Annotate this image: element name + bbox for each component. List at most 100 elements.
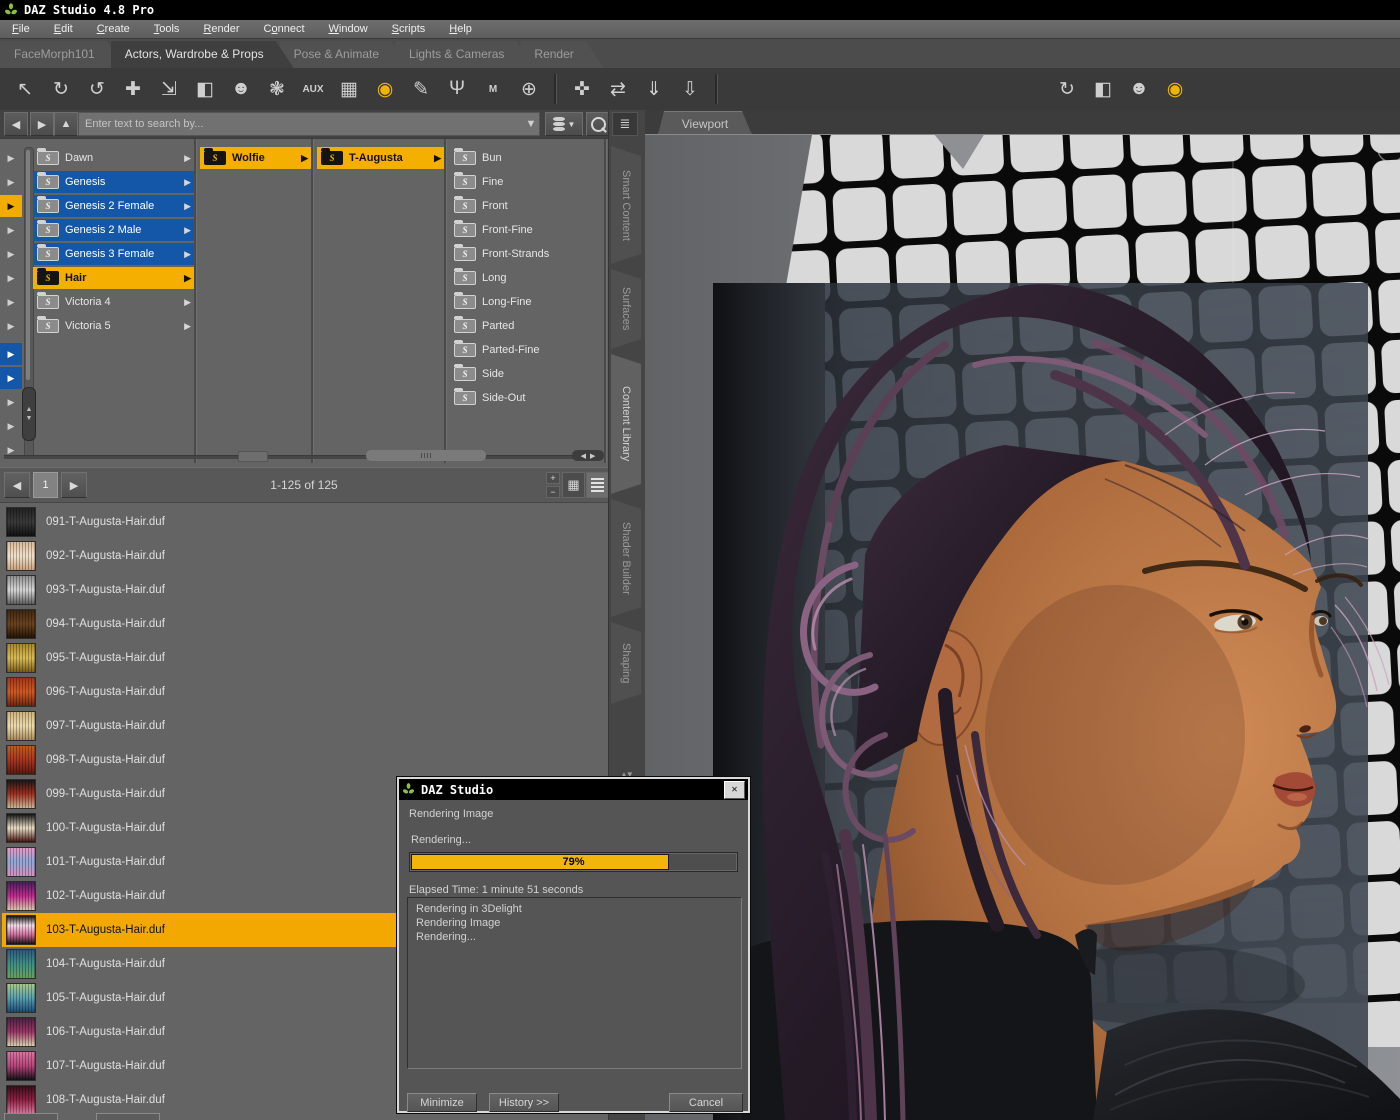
- workspace-tab-render[interactable]: Render: [520, 41, 603, 68]
- minimize-button[interactable]: Minimize: [407, 1093, 477, 1112]
- search-go-button[interactable]: [586, 112, 610, 136]
- node-selection-tool[interactable]: ↖: [10, 74, 40, 104]
- file-row-092-t-augusta-hair-duf[interactable]: 092-T-Augusta-Hair.duf: [2, 539, 606, 573]
- powerpose-tool[interactable]: ❃: [262, 74, 292, 104]
- thumb-size-decrease-button[interactable]: −: [546, 486, 560, 498]
- file-row-091-t-augusta-hair-duf[interactable]: 091-T-Augusta-Hair.duf: [2, 505, 606, 539]
- rotate-tool[interactable]: ↺: [82, 74, 112, 104]
- render-button[interactable]: ◉: [1160, 74, 1190, 104]
- side-tab-surfaces[interactable]: Surfaces: [611, 269, 641, 349]
- menu-item-edit[interactable]: Edit: [42, 20, 85, 38]
- workspace-tab-actors-wardrobe-props[interactable]: Actors, Wardrobe & Props: [111, 41, 294, 68]
- add-content-button[interactable]: ✜: [567, 74, 597, 104]
- tree-item-victoria-4[interactable]: S Victoria 4 ▶: [33, 291, 195, 313]
- tree-item-victoria-5[interactable]: S Victoria 5 ▶: [33, 315, 195, 337]
- tree-expand-arrow[interactable]: ▶: [0, 267, 22, 289]
- file-row-096-t-augusta-hair-duf[interactable]: 096-T-Augusta-Hair.duf: [2, 675, 606, 709]
- workspace-tab-pose-animate[interactable]: Pose & Animate: [280, 41, 409, 68]
- file-row-098-t-augusta-hair-duf[interactable]: 098-T-Augusta-Hair.duf: [2, 743, 606, 777]
- tree-item-wolfie[interactable]: S Wolfie ▶: [200, 147, 312, 169]
- figure-selection-tool[interactable]: ☻: [226, 74, 256, 104]
- render-tool[interactable]: ◉: [370, 74, 400, 104]
- back-button[interactable]: ◀: [4, 112, 28, 136]
- surface-cursor-tool[interactable]: ◧: [1088, 74, 1118, 104]
- menu-item-help[interactable]: Help: [437, 20, 484, 38]
- pane-options-icon[interactable]: ≣: [612, 112, 638, 136]
- tree-item-hair[interactable]: S Hair ▶: [33, 267, 195, 289]
- tree-item-genesis-2-female[interactable]: S Genesis 2 Female ▶: [33, 195, 195, 217]
- tree-expand-arrow[interactable]: ▶: [0, 291, 22, 313]
- tree-hscroll-thumb[interactable]: [366, 450, 486, 461]
- viewport-pan-tool[interactable]: ⊕: [514, 74, 544, 104]
- tree-item-front-strands[interactable]: S Front-Strands: [450, 243, 605, 265]
- tree-item-long-fine[interactable]: S Long-Fine: [450, 291, 605, 313]
- node-editor-tool[interactable]: ▦: [334, 74, 364, 104]
- save-pose-preset-button[interactable]: ⇩: [675, 74, 705, 104]
- tree-item-long[interactable]: S Long: [450, 267, 605, 289]
- orbit-cursor-tool[interactable]: ↻: [1052, 74, 1082, 104]
- tree-expand-arrow[interactable]: ▶: [0, 391, 22, 413]
- tree-expand-arrow[interactable]: ▶: [0, 367, 22, 389]
- tree-expand-arrow[interactable]: ▶: [0, 195, 22, 217]
- save-modified-assets-button[interactable]: ⇓: [639, 74, 669, 104]
- workspace-tab-facemorph101[interactable]: FaceMorph101: [0, 41, 125, 68]
- tree-item-parted-fine[interactable]: S Parted-Fine: [450, 339, 605, 361]
- close-icon[interactable]: ✕: [724, 780, 745, 799]
- grid-view-button[interactable]: ▦: [562, 472, 585, 498]
- side-tab-shader-builder[interactable]: Shader Builder: [611, 499, 641, 617]
- node-cursor-tool[interactable]: ☻: [1124, 74, 1154, 104]
- menu-item-connect[interactable]: Connect: [252, 20, 317, 38]
- menu-item-window[interactable]: Window: [317, 20, 380, 38]
- tree-item-parted[interactable]: S Parted: [450, 315, 605, 337]
- file-row-093-t-augusta-hair-duf[interactable]: 093-T-Augusta-Hair.duf: [2, 573, 606, 607]
- side-tab-smart-content[interactable]: Smart Content: [611, 146, 641, 264]
- tree-item-t-augusta[interactable]: S T-Augusta ▶: [317, 147, 445, 169]
- tree-expand-arrow[interactable]: ▶: [0, 171, 22, 193]
- tree-item-bun[interactable]: S Bun: [450, 147, 605, 169]
- tree-item-dawn[interactable]: S Dawn ▶: [33, 147, 195, 169]
- tree-item-genesis[interactable]: S Genesis ▶: [33, 171, 195, 193]
- tree-item-front-fine[interactable]: S Front-Fine: [450, 219, 605, 241]
- workspace-tab-lights-cameras[interactable]: Lights & Cameras: [395, 41, 534, 68]
- transfer-utility-button[interactable]: ⇄: [603, 74, 633, 104]
- bottom-partial-button[interactable]: [96, 1113, 160, 1120]
- tree-expand-arrow[interactable]: ▶: [0, 219, 22, 241]
- orbit-tool[interactable]: ↻: [46, 74, 76, 104]
- menu-item-scripts[interactable]: Scripts: [380, 20, 438, 38]
- bottom-partial-button[interactable]: [4, 1113, 58, 1120]
- tree-item-side-out[interactable]: S Side-Out: [450, 387, 605, 409]
- forward-button[interactable]: ▶: [30, 112, 54, 136]
- file-row-094-t-augusta-hair-duf[interactable]: 094-T-Augusta-Hair.duf: [2, 607, 606, 641]
- tree-expand-arrow[interactable]: ▶: [0, 243, 22, 265]
- side-tab-shaping[interactable]: Shaping: [611, 622, 641, 704]
- history-button[interactable]: History >>: [489, 1093, 559, 1112]
- up-level-button[interactable]: ▲: [54, 112, 78, 136]
- tree-item-side[interactable]: S Side: [450, 363, 605, 385]
- scale-tool[interactable]: ⇲: [154, 74, 184, 104]
- thumb-size-increase-button[interactable]: +: [546, 472, 560, 484]
- tree-expand-arrow[interactable]: ▶: [0, 343, 22, 365]
- viewport-tab[interactable]: Viewport: [658, 111, 752, 135]
- tree-item-front[interactable]: S Front: [450, 195, 605, 217]
- dialog-title-bar[interactable]: DAZ Studio ✕: [399, 779, 748, 800]
- tree-item-genesis-3-female[interactable]: S Genesis 3 Female ▶: [33, 243, 195, 265]
- pane-splitter-grip[interactable]: [238, 451, 268, 462]
- search-dropdown-icon[interactable]: ▼: [522, 112, 540, 136]
- viewport[interactable]: [645, 129, 1400, 1120]
- list-view-button[interactable]: [586, 472, 609, 498]
- file-row-095-t-augusta-hair-duf[interactable]: 095-T-Augusta-Hair.duf: [2, 641, 606, 675]
- style-brush-tool[interactable]: ✎: [406, 74, 436, 104]
- side-tab-content-library[interactable]: Content Library: [611, 354, 641, 494]
- file-row-097-t-augusta-hair-duf[interactable]: 097-T-Augusta-Hair.duf: [2, 709, 606, 743]
- joint-editor-tool[interactable]: Ψ: [442, 74, 472, 104]
- tree-hscroll-buttons[interactable]: ◀ ▶: [572, 450, 604, 461]
- menu-item-render[interactable]: Render: [191, 20, 251, 38]
- menu-item-file[interactable]: File: [0, 20, 42, 38]
- translate-tool[interactable]: ✚: [118, 74, 148, 104]
- search-input[interactable]: [78, 112, 540, 136]
- aux-viewport-toggle[interactable]: AUX: [298, 74, 328, 104]
- tree-expand-arrow[interactable]: ▶: [0, 315, 22, 337]
- tree-hscroll-track[interactable]: [4, 455, 600, 459]
- menu-item-create[interactable]: Create: [85, 20, 142, 38]
- tree-item-genesis-2-male[interactable]: S Genesis 2 Male ▶: [33, 219, 195, 241]
